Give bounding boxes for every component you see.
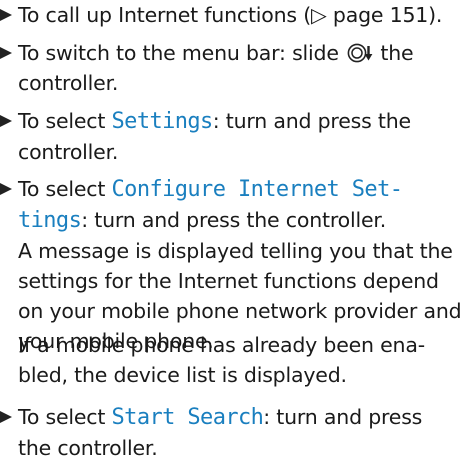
step-line: controller. <box>18 140 119 164</box>
step-line: To call up Internet functions (▷ page 15… <box>18 3 443 27</box>
display-term-settings: Settings <box>111 109 214 134</box>
message-line: A message is displayed telling you that … <box>18 239 453 263</box>
step-line: tings: turn and press the controller. <box>18 208 387 233</box>
step-text: To switch to the menu bar: slide the con… <box>18 38 470 98</box>
display-term-configure-internet-settings: Configure Internet Set- <box>111 177 403 202</box>
step-line: To switch to the menu bar: slide the <box>18 41 414 65</box>
step-line: To select Configure Internet Set- <box>18 177 403 202</box>
step-line: To select Start Search: turn and press <box>18 405 423 430</box>
note-line: If a mobile phone has already been ena- <box>18 333 425 357</box>
step-line: the controller. <box>18 436 158 460</box>
display-term-start-search: Start Search <box>111 405 264 430</box>
step-text: To select Start Search: turn and press t… <box>18 402 470 463</box>
note-line: bled, the device list is displayed. <box>18 363 347 387</box>
step-text: To select Configure Internet Set- tings:… <box>18 174 470 356</box>
device-list-note: If a mobile phone has already been ena- … <box>18 330 425 390</box>
triangle-bullet-icon <box>0 47 12 59</box>
step-text: To select Settings: turn and press the c… <box>18 106 470 167</box>
step-line: controller. <box>18 71 119 95</box>
message-line: on your mobile phone network provider an… <box>18 299 462 323</box>
triangle-bullet-icon <box>0 9 12 21</box>
controller-slide-down-icon <box>347 43 373 63</box>
triangle-bullet-icon <box>0 115 12 127</box>
triangle-bullet-icon <box>0 411 12 423</box>
message-line: settings for the Internet functions depe… <box>18 269 439 293</box>
manual-page: To call up Internet functions (▷ page 15… <box>0 0 470 467</box>
display-term-configure-internet-settings: tings <box>18 208 82 233</box>
step-text: To call up Internet functions (▷ page 15… <box>18 0 470 30</box>
step-line: To select Settings: turn and press the <box>18 109 411 134</box>
triangle-bullet-icon <box>0 183 12 195</box>
